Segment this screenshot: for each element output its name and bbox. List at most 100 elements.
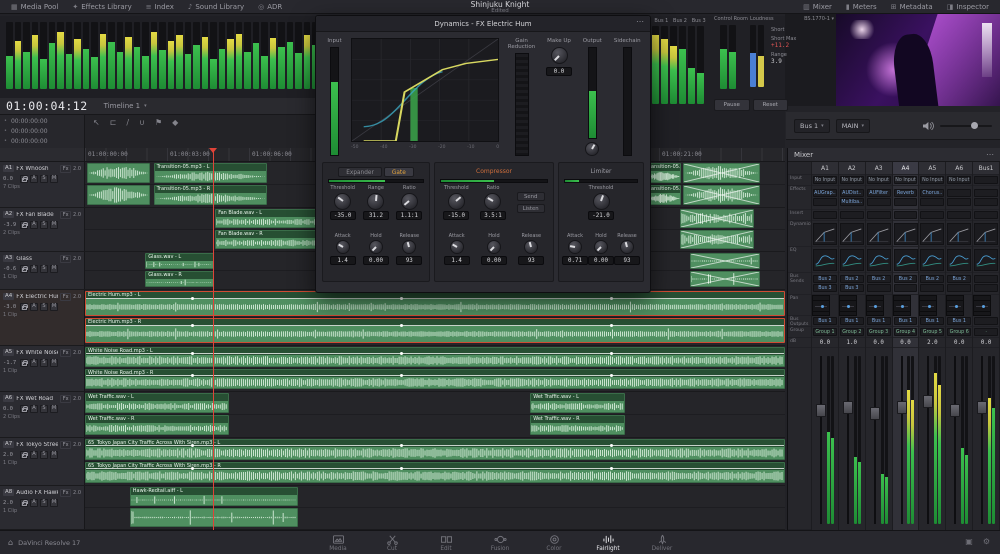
hold-knob[interactable] <box>369 240 383 254</box>
strip-input[interactable]: No Input <box>867 176 891 184</box>
automation-point[interactable] <box>191 444 194 447</box>
pointer-icon[interactable]: ↖ <box>93 118 100 127</box>
threshold-knob[interactable] <box>334 193 351 210</box>
strip-level-value[interactable]: 1.0 <box>847 340 857 346</box>
toolbar-button-meters[interactable]: ▮Meters <box>839 0 884 13</box>
track-lock-button[interactable] <box>20 221 28 229</box>
fader-track[interactable] <box>927 356 929 524</box>
audio-clip[interactable]: 65_Tokyo Japan City Traffic Across With … <box>85 439 785 460</box>
strip-effect-slot[interactable]: · <box>947 198 971 206</box>
strip-group[interactable]: Group 6 <box>947 328 971 336</box>
strip-bus-send[interactable]: Bus 2 <box>813 275 837 283</box>
ratio-value[interactable]: 3.5:1 <box>480 211 506 220</box>
track-lock-button[interactable] <box>20 303 28 311</box>
automation-point[interactable] <box>610 324 613 327</box>
automation-point[interactable] <box>610 444 613 447</box>
strip-input[interactable] <box>974 176 998 184</box>
track-fx-badge[interactable]: Fx <box>60 293 71 301</box>
strip-group[interactable]: Group 4 <box>894 328 918 336</box>
attack-value[interactable]: 0.71 <box>562 256 588 265</box>
page-tab-deliver[interactable]: Deliver <box>640 532 684 552</box>
strip-eq-graph[interactable] <box>894 249 918 271</box>
playhead[interactable] <box>213 148 214 530</box>
timeline-selector[interactable]: Timeline 1▾ <box>104 102 147 110</box>
strip-bus-output[interactable]: Bus 1 <box>867 317 891 325</box>
audio-clip[interactable]: Electric Hum.mp3 - R <box>85 318 785 343</box>
audio-clip[interactable]: 65_Tokyo Japan City Traffic Across With … <box>85 462 785 483</box>
track-lock-button[interactable] <box>20 265 28 273</box>
razor-icon[interactable]: / <box>126 118 129 127</box>
track-header[interactable]: A7FX Tokyo StreetFx2.02.0ASM1 Clip <box>0 438 85 485</box>
track-fx-badge[interactable]: Fx <box>60 211 71 219</box>
audio-clip[interactable] <box>87 163 150 183</box>
track-solo-button[interactable]: S <box>40 451 48 459</box>
strip-bus-send[interactable]: Bus 3 <box>813 284 837 292</box>
monitor-output-selector[interactable]: MAIN▾ <box>836 119 870 133</box>
track-fx-badge[interactable]: Fx <box>60 349 71 357</box>
hold-value[interactable]: 0.00 <box>588 256 614 265</box>
snap-icon[interactable]: ∪ <box>139 118 145 127</box>
strip-insert-slot[interactable] <box>947 211 971 219</box>
track-header[interactable]: A2FX Fan BladeFx2.0-3.9ASM2 Clips <box>0 208 85 251</box>
reset-button[interactable]: Reset <box>753 99 789 111</box>
track-header[interactable]: A3GlassFx2.0-0.6ASM1 Clip <box>0 252 85 289</box>
strip-pan-control[interactable] <box>839 300 857 312</box>
automation-point[interactable] <box>400 467 403 470</box>
track-solo-button[interactable]: S <box>40 221 48 229</box>
audio-clip[interactable]: White Noise Road.mp3 - L <box>85 347 785 367</box>
automation-point[interactable] <box>610 297 613 300</box>
release-knob[interactable] <box>620 240 634 254</box>
hold-value[interactable]: 0.00 <box>481 256 507 265</box>
automation-point[interactable] <box>610 467 613 470</box>
strip-bus-output[interactable]: Bus 1 <box>840 317 864 325</box>
fader-handle[interactable] <box>870 407 880 420</box>
strip-input[interactable]: No Input <box>894 176 918 184</box>
threshold-knob[interactable] <box>448 193 465 210</box>
track-mute-button[interactable]: M <box>50 175 58 183</box>
toolbar-button-metadata[interactable]: ⊞Metadata <box>884 0 940 13</box>
track-solo-button[interactable]: S <box>40 405 48 413</box>
audio-clip[interactable] <box>690 271 760 287</box>
strip-dynamics-graph[interactable] <box>867 223 891 245</box>
threshold-value[interactable]: -35.0 <box>330 211 356 220</box>
volume-slider-handle[interactable] <box>971 122 978 129</box>
track-mute-button[interactable]: M <box>50 499 58 507</box>
toolbar-button-media-pool[interactable]: ▦Media Pool <box>4 0 65 13</box>
track-fx-badge[interactable]: Fx <box>60 489 71 497</box>
audio-clip[interactable] <box>680 230 754 249</box>
strip-pan-control[interactable] <box>919 300 937 312</box>
track-lanes[interactable]: Hawk-Redtail.aiff - L <box>85 486 785 529</box>
strip-input[interactable]: No Input <box>947 176 971 184</box>
automation-point[interactable] <box>191 297 194 300</box>
strip-bus-send[interactable]: Bus 2 <box>947 275 971 283</box>
ellipsis-icon[interactable]: ⋯ <box>986 150 994 159</box>
strip-channel-label[interactable]: A5 <box>919 162 945 175</box>
track-lock-button[interactable] <box>20 405 28 413</box>
strip-effect-slot[interactable]: · <box>894 198 918 206</box>
automation-line[interactable] <box>86 298 784 299</box>
strip-eq-graph[interactable] <box>974 249 998 271</box>
toolbar-button-index[interactable]: ≡Index <box>139 0 181 13</box>
track-lock-button[interactable] <box>20 451 28 459</box>
strip-pan-control[interactable] <box>866 300 884 312</box>
strip-insert-slot[interactable] <box>840 211 864 219</box>
page-tab-fusion[interactable]: Fusion <box>478 532 522 552</box>
strip-channel-label[interactable]: A4 <box>893 162 919 175</box>
attack-value[interactable]: 1.4 <box>330 256 356 265</box>
toolbar-button-effects-library[interactable]: ✦Effects Library <box>65 0 138 13</box>
fader-handle[interactable] <box>923 395 933 408</box>
strip-effect-slot[interactable]: · <box>920 198 944 206</box>
strip-eq-graph[interactable] <box>813 249 837 271</box>
strip-effect-slot[interactable]: AUGrap.. <box>813 189 837 197</box>
send-button[interactable]: Send <box>517 192 545 201</box>
audio-clip[interactable] <box>680 209 754 228</box>
output-knob[interactable] <box>585 142 599 156</box>
audio-clip[interactable] <box>690 253 760 269</box>
strip-channel-label[interactable]: Bus1 <box>973 162 999 175</box>
fader-handle[interactable] <box>950 404 960 417</box>
strip-level-value[interactable]: 2.0 <box>927 340 937 346</box>
track-header[interactable]: A4FX Electric HumFx2.0-3.0ASM1 Clip <box>0 290 85 345</box>
threshold-value[interactable]: -21.0 <box>588 211 614 220</box>
flag-icon[interactable]: ⚑ <box>155 118 162 127</box>
ratio-knob[interactable] <box>484 193 501 210</box>
